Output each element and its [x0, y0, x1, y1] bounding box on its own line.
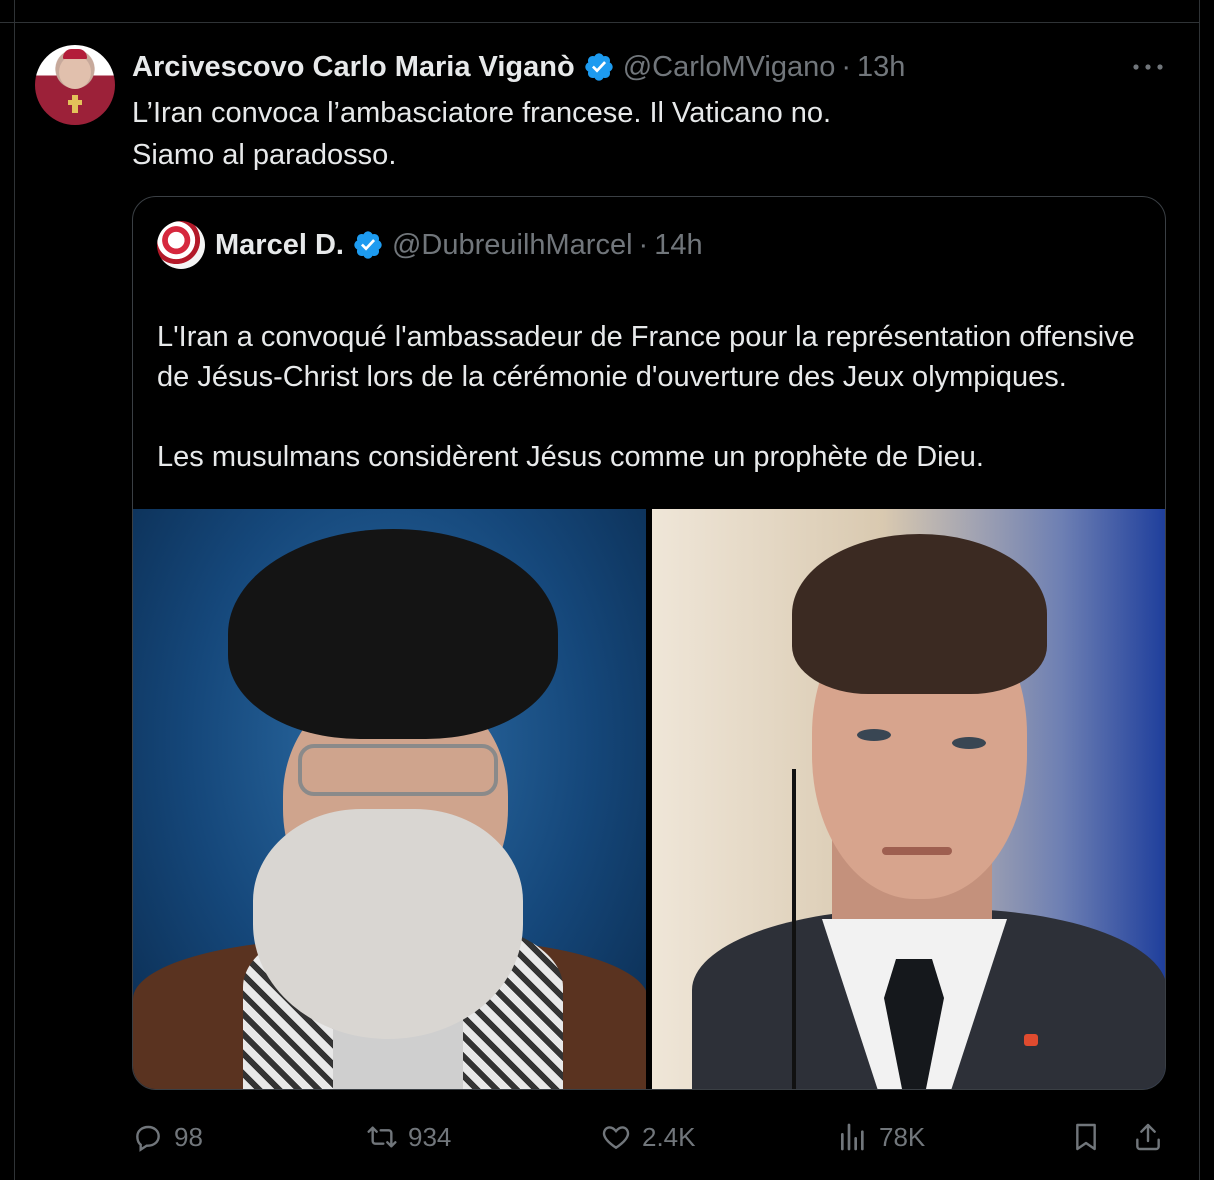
views-count: 78K: [879, 1121, 926, 1152]
hair-shape: [792, 534, 1047, 694]
separator-dot: ·: [638, 228, 649, 261]
quoted-text-paragraph-2: Les musulmans considèrent Jésus comme un…: [157, 441, 984, 473]
right-border: [1199, 0, 1200, 1180]
avatar-cross-bar: [68, 100, 82, 105]
tweet-time[interactable]: 13h: [857, 51, 905, 84]
quoted-text-paragraph-1: [157, 277, 1147, 317]
glasses-shape: [298, 744, 498, 796]
earpiece-wire: [792, 769, 796, 1089]
more-options-icon[interactable]: [1128, 52, 1168, 82]
avatar-cap: [63, 49, 87, 59]
beard-shape: [253, 809, 523, 1039]
left-border: [14, 0, 15, 1180]
eye-shape: [952, 737, 986, 749]
tweet-text: L’Iran convoca l’ambasciatore francese. …: [132, 97, 832, 171]
bookmark-button[interactable]: [1070, 1114, 1102, 1160]
avatar-face: [59, 55, 91, 89]
reply-icon: [136, 1125, 160, 1152]
verified-badge-icon: [583, 51, 615, 83]
turban-shape: [228, 529, 558, 739]
tweet-actions: 98 934 2.4K 78K: [132, 1114, 1172, 1160]
quoted-author-name: Marcel D.: [215, 228, 344, 261]
views-chart-icon: [841, 1123, 864, 1151]
share-icon: [1136, 1123, 1160, 1151]
author-name[interactable]: Arcivescovo Carlo Maria Viganò: [132, 51, 575, 84]
repost-button[interactable]: 934: [366, 1114, 451, 1160]
verified-badge-icon: [352, 229, 384, 261]
mouth-shape: [882, 847, 952, 855]
author-avatar[interactable]: [35, 45, 115, 125]
quoted-text-1: L'Iran a convoqué l'ambassadeur de Franc…: [157, 321, 1135, 393]
share-button[interactable]: [1132, 1114, 1164, 1160]
quoted-tweet-card[interactable]: Marcel D. @DubreuilhMarcel · 14h L'Iran …: [132, 196, 1166, 1090]
photo-left[interactable]: [133, 509, 646, 1089]
views-button[interactable]: 78K: [837, 1114, 925, 1160]
quoted-author-handle: @DubreuilhMarcel: [391, 228, 633, 261]
like-count: 2.4K: [642, 1121, 696, 1152]
quoted-tweet-time: 14h: [654, 228, 703, 261]
photo-right[interactable]: [652, 509, 1165, 1089]
repost-count: 934: [408, 1121, 452, 1152]
top-divider: [0, 0, 1199, 23]
quoted-tweet-text: L'Iran a convoqué l'ambassadeur de Franc…: [157, 277, 1147, 477]
quoted-author-avatar: [157, 221, 205, 269]
heart-icon: [602, 1126, 630, 1150]
quoted-media-grid: [133, 509, 1165, 1089]
lapel-pin: [1024, 1034, 1038, 1046]
like-button[interactable]: 2.4K: [600, 1114, 696, 1160]
bookmark-icon: [1076, 1123, 1096, 1151]
separator-dot: ·: [841, 50, 852, 83]
eye-shape: [857, 729, 891, 741]
repost-icon: [367, 1126, 397, 1148]
iran-flag-icon: [157, 285, 193, 309]
quoted-tweet-header: Marcel D. @DubreuilhMarcel · 14h: [157, 221, 703, 269]
reply-count: 98: [174, 1121, 203, 1152]
author-handle[interactable]: @CarloMVigano: [623, 51, 836, 84]
reply-button[interactable]: 98: [132, 1114, 203, 1160]
tweet-header: Arcivescovo Carlo Maria Viganò @CarloMVi…: [132, 48, 905, 86]
